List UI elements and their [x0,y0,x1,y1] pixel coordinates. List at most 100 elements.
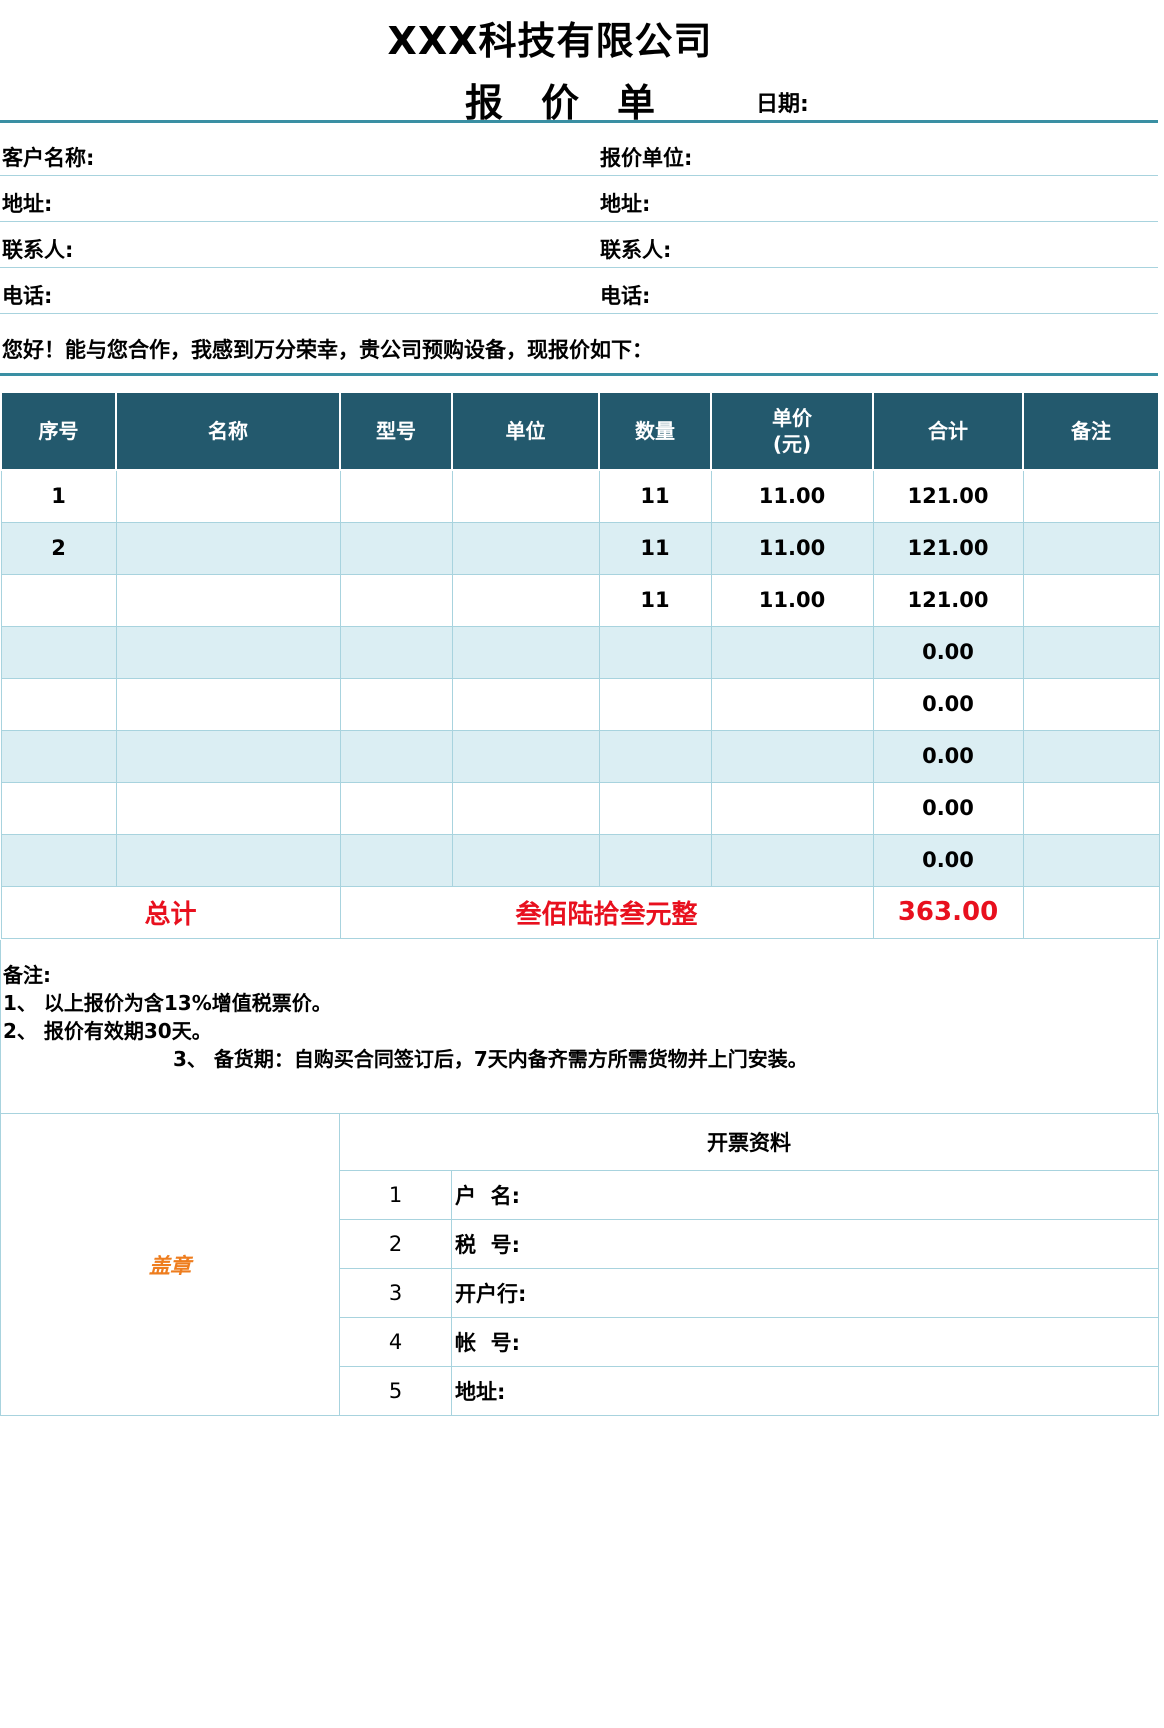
bank-label: 开户行: [451,1268,1159,1318]
company-name: XXX科技有限公司 [387,19,713,63]
cell-price: 11.00 [710,521,874,575]
invoice-row-number: 3 [339,1268,452,1318]
cell-remark [1022,573,1160,627]
cell-unit [451,573,600,627]
cell-qty [598,625,712,679]
col-header-price: 单价 (元) [710,391,874,471]
note-item: 2、 报价有效期30天。 [3,1019,212,1043]
document-title: 报价单 [465,81,694,125]
cell-subtotal: 0.00 [872,729,1024,783]
table-row: 0.00 [0,833,1160,887]
col-header-seq: 序号 [0,391,117,471]
total-row: 总计 叁佰陆拾叁元整 363.00 [0,885,1160,939]
table-row: 11 11.00 121.00 [0,573,1160,627]
greeting-divider [0,373,1158,376]
col-header-unit: 单位 [451,391,600,471]
cell-unit [451,677,600,731]
cell-subtotal: 0.00 [872,677,1024,731]
customer-phone-label: 电话: [2,284,53,308]
invoice-address-label: 地址: [451,1366,1159,1416]
cell-name [115,677,341,731]
table-row: 0.00 [0,625,1160,679]
info-row-customer: 客户名称: 报价单位: [0,130,1158,176]
cell-qty [598,729,712,783]
cell-seq [0,833,117,887]
cell-remark [1022,469,1160,523]
cell-model [339,625,453,679]
cell-qty: 11 [598,469,712,523]
customer-contact-label: 联系人: [2,238,74,262]
cell-subtotal: 121.00 [872,469,1024,523]
invoice-row-number: 4 [339,1317,452,1367]
cell-model [339,677,453,731]
total-remark [1022,885,1160,939]
col-header-qty: 数量 [598,391,712,471]
cell-subtotal: 121.00 [872,521,1024,575]
cell-price [710,833,874,887]
cell-subtotal: 0.00 [872,833,1024,887]
total-label: 总计 [0,885,341,939]
date-label: 日期: [756,92,809,117]
account-name-label: 户 名: [451,1170,1159,1220]
table-header-row: 序号 名称 型号 单位 数量 单价 (元) 合计 备注 [0,391,1160,471]
stamp-area: 盖章 [0,1113,340,1416]
cell-name [115,833,341,887]
note-item: 3、 备货期：自购买合同签订后，7天内备齐需方所需货物并上门安装。 [173,1047,808,1071]
cell-seq [0,677,117,731]
cell-subtotal: 0.00 [872,625,1024,679]
info-row-phone: 电话: 电话: [0,268,1158,314]
cell-qty [598,833,712,887]
cell-seq [0,781,117,835]
cell-seq [0,573,117,627]
invoice-title: 开票资料 [339,1113,1159,1171]
cell-remark [1022,521,1160,575]
supplier-contact-label: 联系人: [600,238,672,262]
cell-qty [598,781,712,835]
cell-remark [1022,729,1160,783]
note-item: 1、 以上报价为含13%增值税票价。 [3,991,332,1015]
cell-seq [0,625,117,679]
supplier-address-label: 地址: [600,192,651,216]
cell-model [339,573,453,627]
cell-subtotal: 121.00 [872,573,1024,627]
cell-model [339,833,453,887]
notes-title: 备注: [3,963,51,987]
cell-unit [451,729,600,783]
cell-name [115,781,341,835]
customer-address-label: 地址: [2,192,53,216]
cell-price [710,729,874,783]
table-row: 2 11 11.00 121.00 [0,521,1160,575]
cell-model [339,521,453,575]
cell-price: 11.00 [710,573,874,627]
invoice-row-number: 2 [339,1219,452,1269]
total-amount: 363.00 [872,885,1024,939]
table-row: 1 11 11.00 121.00 [0,469,1160,523]
cell-unit [451,833,600,887]
invoice-info-table: 盖章 开票资料 1 户 名: 2 税 号: 3 开户行: 4 帐 号: 5 地址… [0,1113,1159,1416]
cell-remark [1022,625,1160,679]
cell-model [339,781,453,835]
account-number-label: 帐 号: [451,1317,1159,1367]
cell-name [115,573,341,627]
col-header-model: 型号 [339,391,453,471]
quotation-table: 序号 名称 型号 单位 数量 单价 (元) 合计 备注 1 11 11.00 1… [0,391,1160,939]
col-header-remark: 备注 [1022,391,1160,471]
cell-model [339,729,453,783]
cell-name [115,625,341,679]
invoice-row-number: 1 [339,1170,452,1220]
quoting-unit-label: 报价单位: [600,146,693,170]
cell-price: 11.00 [710,469,874,523]
cell-unit [451,781,600,835]
total-amount-words: 叁佰陆拾叁元整 [339,885,874,939]
table-row: 0.00 [0,677,1160,731]
cell-remark [1022,677,1160,731]
cell-qty: 11 [598,573,712,627]
info-row-address: 地址: 地址: [0,176,1158,222]
greeting-text: 您好！能与您合作，我感到万分荣幸，贵公司预购设备，现报价如下： [2,338,653,362]
notes-section: 备注: 1、 以上报价为含13%增值税票价。 2、 报价有效期30天。 3、 备… [0,940,1158,1114]
col-header-name: 名称 [115,391,341,471]
cell-price [710,625,874,679]
cell-seq: 2 [0,521,117,575]
cell-unit [451,469,600,523]
cell-name [115,729,341,783]
